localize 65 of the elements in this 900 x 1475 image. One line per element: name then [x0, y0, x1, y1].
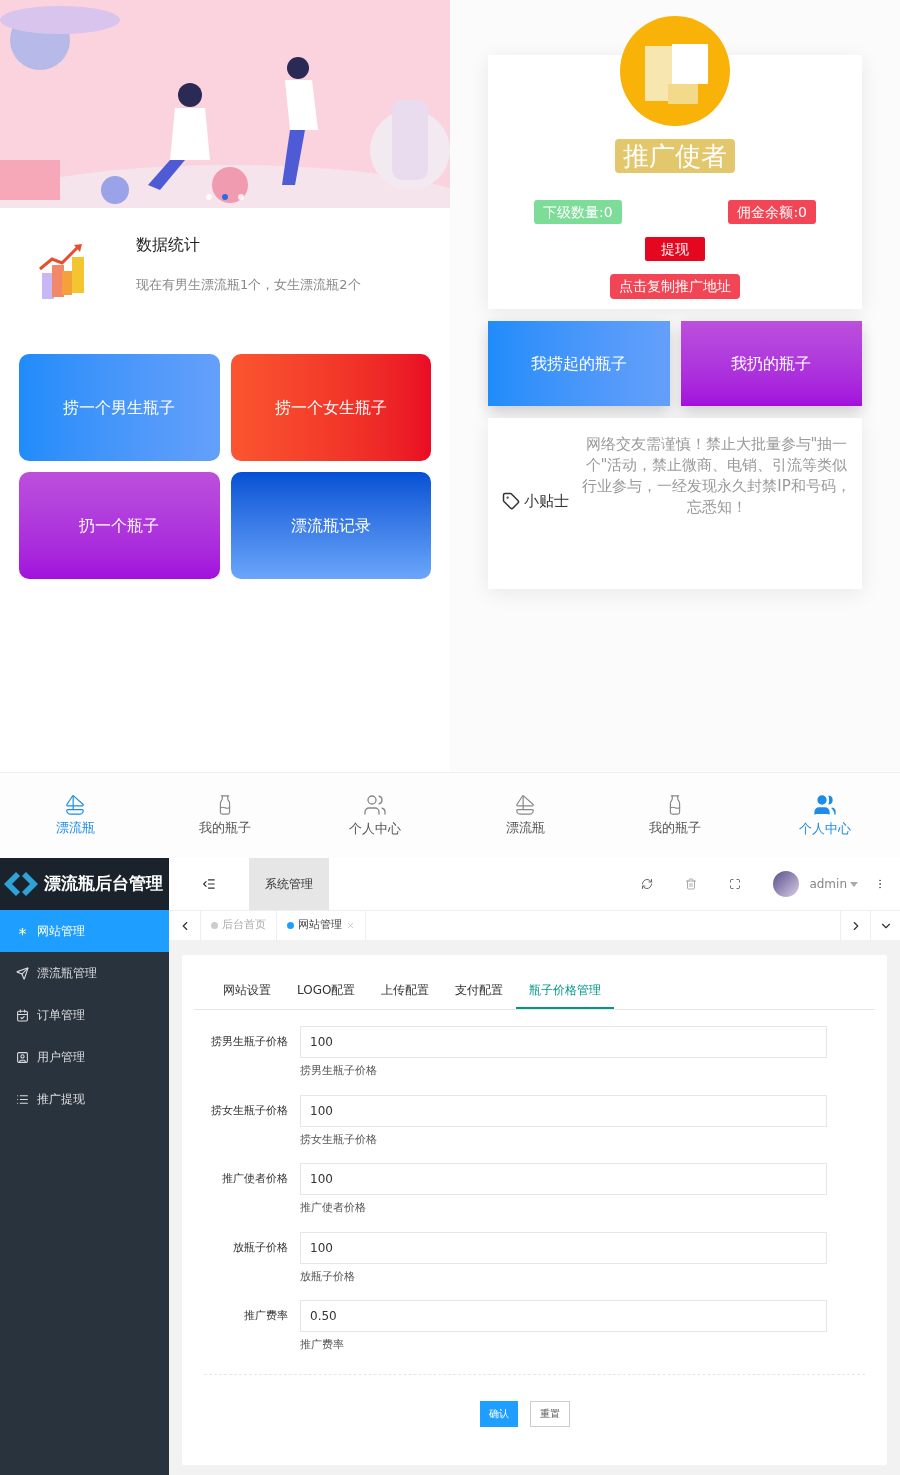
action-button[interactable]: 捞一个女生瓶子: [230, 354, 431, 461]
tip-text: 网络交友需谨慎！禁止大批量参与"抽一个"活动，禁止微商、电销、引流等类似行业参与，一经发现永久封禁IP和号码，忘悉知！: [581, 434, 852, 518]
fullscreen-icon[interactable]: [729, 878, 742, 890]
reset-button[interactable]: 重置: [529, 1400, 570, 1427]
stats-title: 数据统计: [136, 234, 201, 256]
users-icon: [813, 792, 837, 817]
field-label: 推广费率: [243, 1308, 289, 1324]
bottle-list-button[interactable]: 我扔的瓶子: [680, 321, 862, 406]
field-label: 捞女生瓶子价格: [210, 1102, 289, 1119]
field-hint: 放瓶子价格: [300, 1268, 356, 1285]
contact-card-icon: [16, 1050, 29, 1064]
list-icon: [16, 1092, 29, 1106]
input-field[interactable]: 100: [300, 1094, 827, 1127]
top-menu-item[interactable]: 系统管理: [249, 858, 329, 910]
tip-label: 小贴士: [524, 491, 569, 512]
sidebar-item[interactable]: 漂流瓶管理: [0, 952, 169, 994]
form-tab[interactable]: 瓶子价格管理: [516, 981, 615, 1009]
form-tab[interactable]: 上传配置: [368, 981, 443, 1009]
copy-link-button[interactable]: 点击复制推广地址: [610, 274, 740, 299]
boat-icon: [514, 793, 536, 816]
sidebar-item[interactable]: 用户管理: [0, 1036, 169, 1078]
tag-icon: [502, 492, 520, 511]
paper-plane-icon: [16, 966, 29, 980]
subordinate-count: 下级数量:0: [534, 200, 622, 224]
input-field[interactable]: 0.50: [300, 1300, 827, 1332]
field-label: 放瓶子价格: [232, 1239, 289, 1256]
nav-tab[interactable]: 我的瓶子: [625, 793, 725, 838]
input-field[interactable]: 100: [300, 1026, 827, 1058]
field-hint: 捞女生瓶子价格: [300, 1131, 378, 1148]
logo-icon: [4, 872, 38, 896]
boat-icon: [64, 793, 86, 816]
nav-tab[interactable]: 个人中心: [775, 792, 875, 839]
calendar-icon: [16, 1008, 29, 1022]
admin-title: 漂流瓶后台管理: [44, 872, 163, 896]
withdraw-button[interactable]: 提现: [645, 237, 705, 261]
input-field[interactable]: 100: [300, 1231, 827, 1264]
sidebar-item[interactable]: 推广提现: [0, 1078, 169, 1120]
refresh-icon[interactable]: [641, 878, 654, 890]
nav-tab[interactable]: 漂流瓶: [25, 793, 125, 838]
user-menu[interactable]: admin: [809, 875, 858, 893]
nav-tab[interactable]: 漂流瓶: [475, 793, 575, 838]
form-tab[interactable]: 支付配置: [442, 981, 517, 1009]
action-button[interactable]: 漂流瓶记录: [230, 472, 431, 579]
nav-tab[interactable]: 我的瓶子: [175, 793, 275, 838]
nav-tab[interactable]: 个人中心: [325, 792, 425, 839]
form-tab[interactable]: LOGO配置: [284, 981, 369, 1009]
form-tab[interactable]: 网站设置: [210, 981, 284, 1009]
caret-icon: [850, 881, 858, 887]
page-tab[interactable]: 网站管理: [277, 910, 366, 941]
sidebar-item[interactable]: 订单管理: [0, 994, 169, 1036]
field-hint: 捞男生瓶子价格: [300, 1063, 378, 1079]
field-label: 捞男生瓶子价格: [210, 1034, 289, 1050]
users-icon: [363, 792, 387, 817]
field-hint: 推广费率: [300, 1337, 345, 1353]
commission-balance: 佣金余额:0: [728, 200, 816, 224]
avatar[interactable]: [773, 871, 800, 897]
field-hint: 推广使者价格: [300, 1200, 367, 1216]
menu-icon[interactable]: [202, 877, 216, 891]
action-button[interactable]: 扔一个瓶子: [19, 472, 220, 579]
field-label: 推广使者价格: [221, 1171, 289, 1187]
role-badge: 推广使者: [615, 139, 735, 173]
close-icon[interactable]: [346, 921, 355, 930]
stats-text: 现在有男生漂流瓶1个，女生漂流瓶2个: [136, 276, 361, 294]
trash-icon[interactable]: [685, 878, 698, 890]
input-field[interactable]: 100: [300, 1163, 827, 1195]
